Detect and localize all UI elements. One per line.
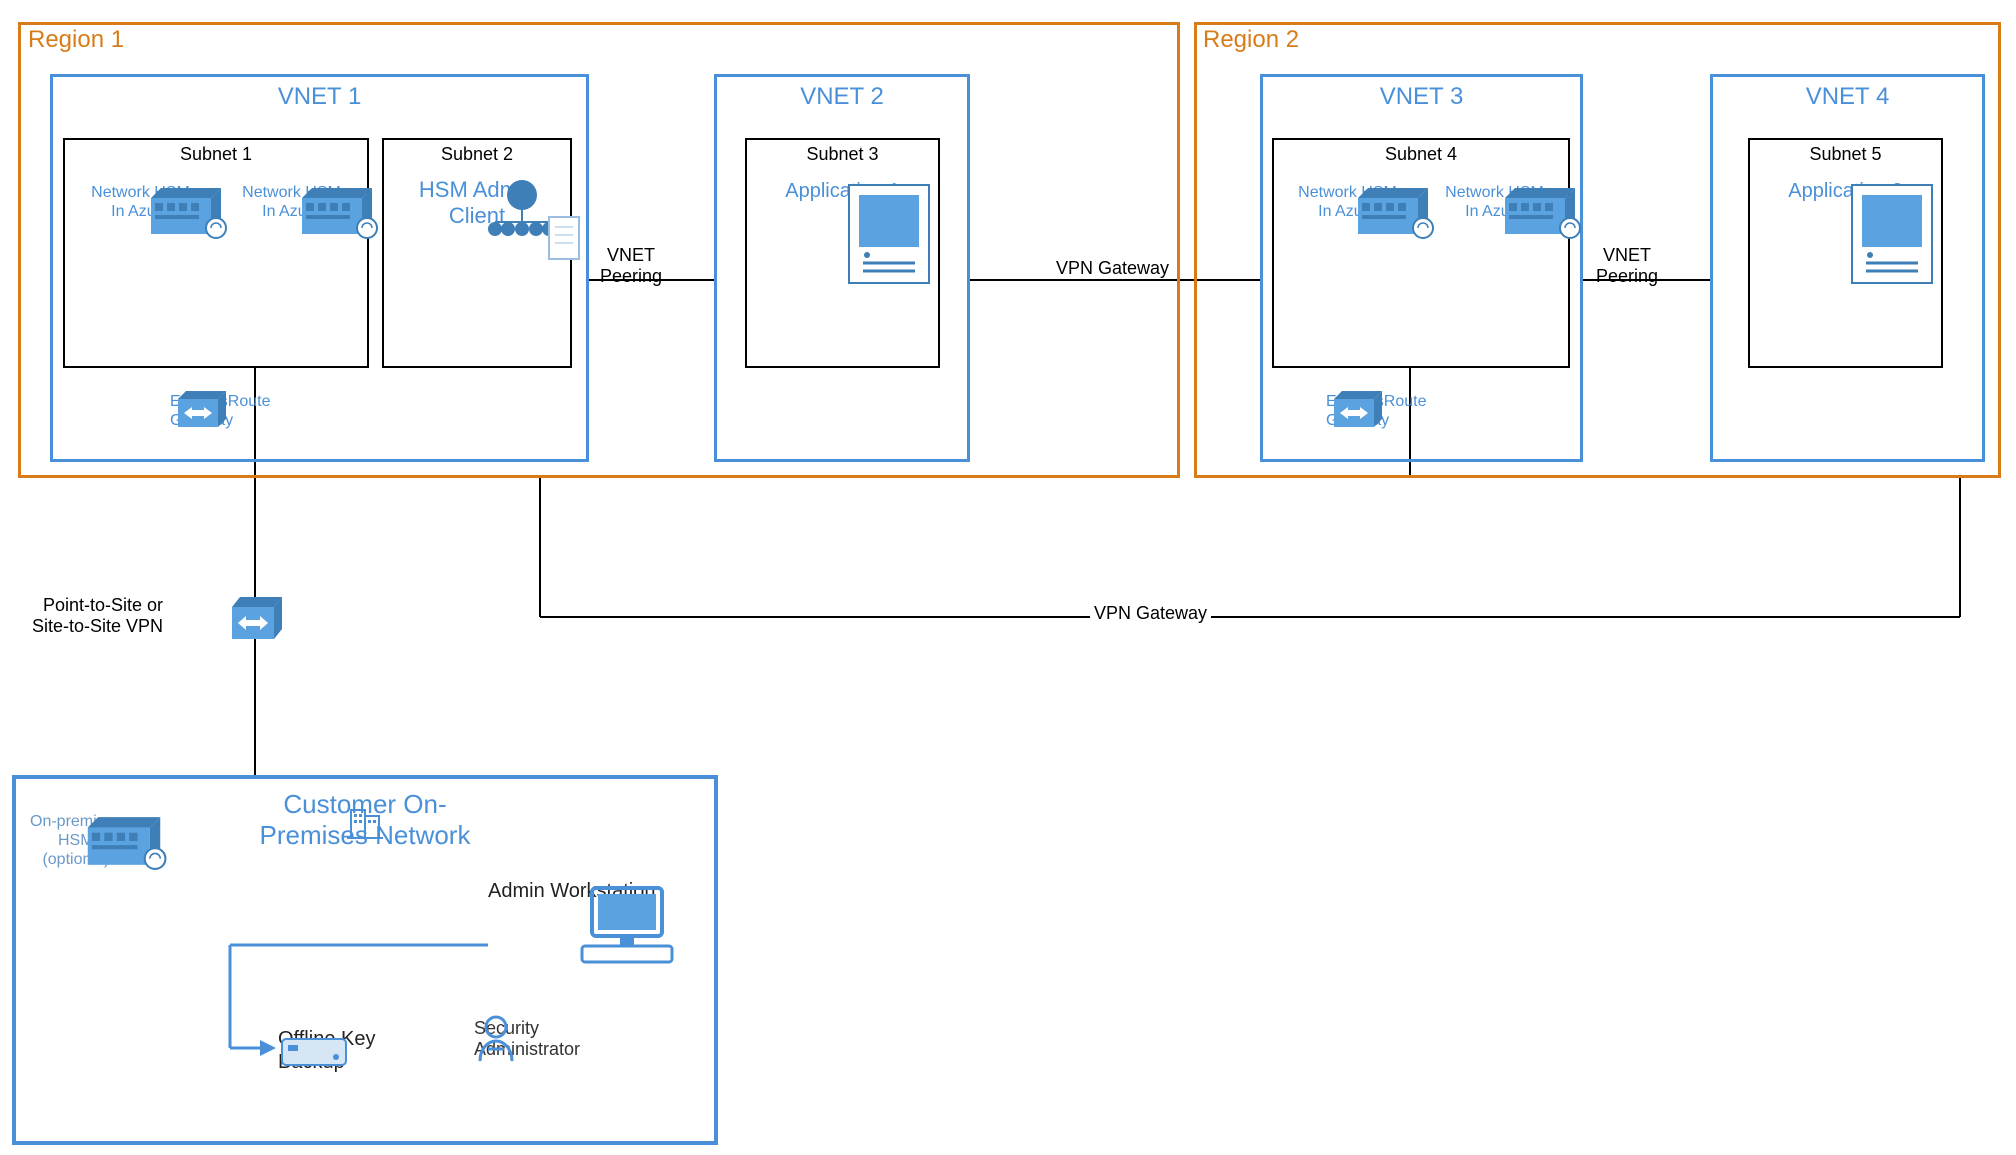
vpn-gateway-icon <box>224 593 286 647</box>
hsm-icon <box>1348 183 1438 239</box>
subnet4-label: Subnet 4 <box>1274 140 1568 165</box>
p2s-vpn-label: Point-to-Site or Site-to-Site VPN <box>32 595 163 637</box>
application-icon <box>843 179 935 289</box>
subnet5-label: Subnet 5 <box>1750 140 1941 165</box>
vpn-gateway1-label: VPN Gateway <box>1052 258 1173 279</box>
workstation-icon <box>572 880 682 968</box>
hsm-icon <box>141 183 231 239</box>
subnet1-box: Subnet 1 Network HSM In Azure <box>63 138 369 368</box>
vnet3-label: VNET 3 <box>1263 77 1580 111</box>
subnet3-box: Subnet 3 Application 1 <box>745 138 940 368</box>
backup-device-icon <box>278 1031 350 1071</box>
region2-label: Region 2 <box>1203 26 1299 54</box>
subnet2-box: Subnet 2 HSM Admin Client <box>382 138 572 368</box>
application-icon <box>1846 179 1938 289</box>
subnet4-box: Subnet 4 Network HSM In Azure <box>1272 138 1570 368</box>
hsm-icon <box>1495 183 1585 239</box>
vnet2-label: VNET 2 <box>717 77 967 111</box>
subnet1-label: Subnet 1 <box>65 140 367 165</box>
vnet4-label: VNET 4 <box>1713 77 1982 111</box>
vpn-gateway2-label: VPN Gateway <box>1090 603 1211 624</box>
subnet3-label: Subnet 3 <box>747 140 938 165</box>
hsm-admin-client-icon <box>477 177 587 277</box>
hsm-icon <box>292 183 382 239</box>
vnet-peering1-label: VNET Peering <box>600 245 662 287</box>
person-icon <box>474 1013 518 1065</box>
expressroute-gateway-icon <box>1326 387 1382 435</box>
subnet2-label: Subnet 2 <box>384 140 570 165</box>
vnet-peering2-label: VNET Peering <box>1596 245 1658 287</box>
building-icon <box>343 798 387 842</box>
hsm-icon <box>76 812 172 870</box>
region1-label: Region 1 <box>28 26 124 54</box>
expressroute-gateway-icon <box>170 387 226 435</box>
vnet1-label: VNET 1 <box>53 77 586 111</box>
subnet5-box: Subnet 5 Application 2 <box>1748 138 1943 368</box>
